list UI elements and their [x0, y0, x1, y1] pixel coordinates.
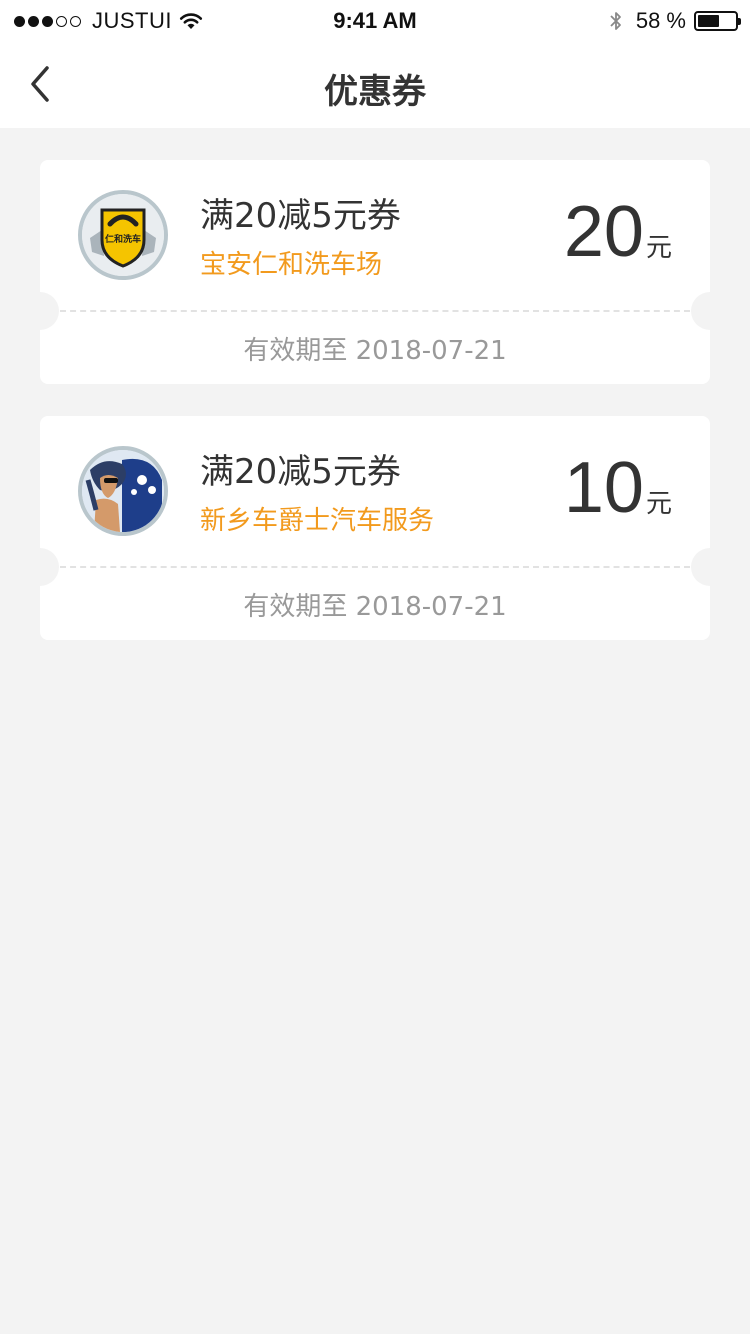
coupon-card[interactable]: 仁和洗车 满20减5元券 宝安仁和洗车场 20 元 有效期至 2018-07-2…	[21, 160, 729, 384]
status-right: 58 %	[608, 8, 741, 34]
dashed-divider	[60, 566, 690, 568]
battery-percentage: 58 %	[635, 8, 686, 33]
battery-level	[698, 15, 719, 27]
ticket-notch-left	[21, 292, 59, 330]
ticket-notch-right	[691, 292, 729, 330]
dashed-divider	[60, 310, 690, 312]
status-bar: JUSTUI 9:41 AM 58 %	[0, 0, 750, 40]
coupon-title: 满20减5元券	[200, 452, 401, 492]
merchant-name: 新乡车爵士汽车服务	[200, 506, 435, 536]
merchant-logo: 仁和洗车	[78, 190, 168, 280]
navigation-bar: 优惠券	[0, 40, 750, 128]
amount-unit: 元	[645, 233, 672, 263]
battery-icon	[694, 11, 741, 31]
car-jazz-mascot-logo	[82, 450, 164, 532]
coupon-amount: 10 元	[564, 452, 672, 524]
car-wash-shield-logo: 仁和洗车	[82, 194, 164, 276]
merchant-name: 宝安仁和洗车场	[200, 250, 383, 280]
coupon-title: 满20减5元券	[200, 196, 401, 236]
page-title: 优惠券	[324, 72, 426, 112]
validity-date: 有效期至 2018-07-21	[243, 336, 507, 366]
bluetooth-icon	[610, 12, 621, 30]
amount-value: 10	[563, 448, 644, 528]
merchant-logo	[78, 446, 168, 536]
amount-value: 20	[563, 192, 644, 272]
validity-date: 有效期至 2018-07-21	[243, 592, 507, 622]
ticket-notch-right	[691, 548, 729, 586]
coupon-amount: 20 元	[564, 196, 672, 268]
ticket-notch-left	[21, 548, 59, 586]
coupon-card[interactable]: 满20减5元券 新乡车爵士汽车服务 10 元 有效期至 2018-07-21	[21, 416, 729, 640]
amount-unit: 元	[645, 489, 672, 519]
logo-text: 仁和洗车	[105, 233, 141, 245]
